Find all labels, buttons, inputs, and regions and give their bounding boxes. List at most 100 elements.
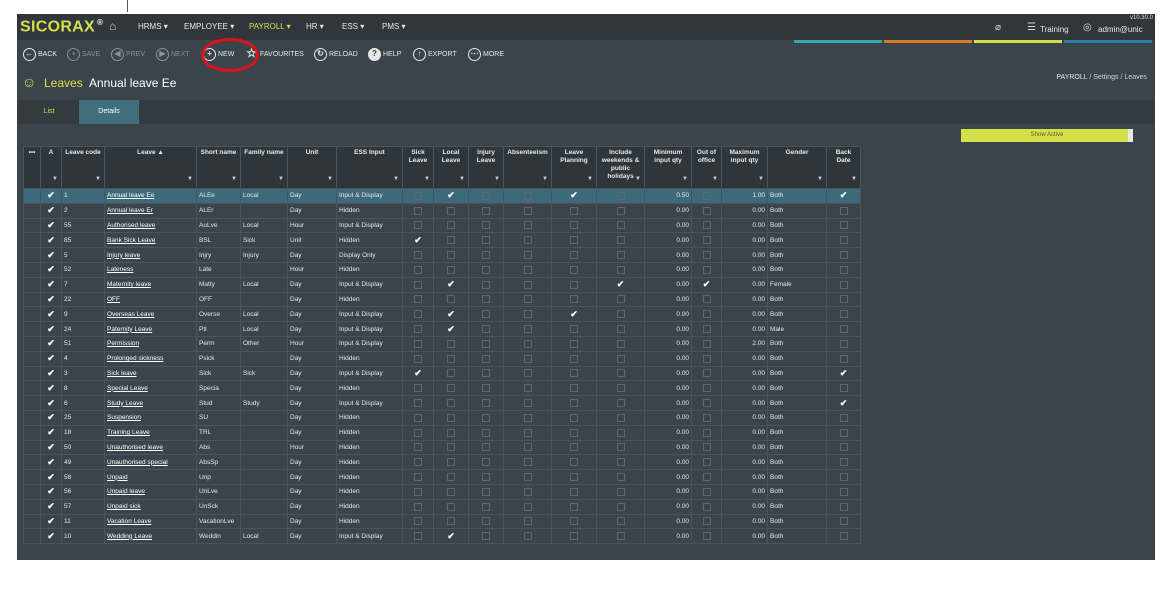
- absent-cell[interactable]: [503, 498, 552, 515]
- back-date-cell[interactable]: [826, 306, 861, 323]
- empty-checkbox[interactable]: [839, 443, 848, 452]
- absent-cell[interactable]: [503, 365, 552, 382]
- out-of-office-cell[interactable]: [691, 350, 722, 367]
- leave-link[interactable]: Unauthorised leave: [107, 444, 163, 451]
- check-icon[interactable]: ✔: [47, 294, 56, 304]
- empty-checkbox[interactable]: [702, 473, 711, 482]
- row-menu-cell[interactable]: [23, 202, 41, 219]
- menu-hr[interactable]: HR ▾: [306, 22, 324, 31]
- sick-cell[interactable]: [402, 202, 434, 219]
- absent-cell[interactable]: [503, 395, 552, 411]
- active-cell[interactable]: ✔: [40, 247, 62, 263]
- menu-ess[interactable]: ESS ▾: [342, 22, 364, 31]
- out-of-office-cell[interactable]: [691, 380, 722, 397]
- leave-link[interactable]: Annual leave Er: [107, 207, 153, 214]
- absent-cell[interactable]: [503, 454, 552, 471]
- weekends-cell[interactable]: [596, 261, 645, 278]
- col-sick-leave[interactable]: Sick Leave ▼: [402, 146, 434, 189]
- empty-checkbox[interactable]: [414, 458, 422, 467]
- weekends-cell[interactable]: [596, 395, 645, 411]
- empty-checkbox[interactable]: [839, 487, 848, 496]
- empty-checkbox[interactable]: [482, 428, 490, 437]
- injury-cell[interactable]: [468, 409, 504, 426]
- table-row[interactable]: ✔ 85 Bank Sick Leave BSL Sick Unit Hidden ✔ 0.00…: [23, 232, 861, 249]
- table-row[interactable]: ✔ 51 Permission Perm Other Hour Input & Displa…: [23, 335, 861, 352]
- local-cell[interactable]: [433, 291, 469, 308]
- leave-name-cell[interactable]: Unpaid: [104, 469, 197, 485]
- active-cell[interactable]: ✔: [40, 409, 62, 426]
- absent-cell[interactable]: [503, 188, 552, 204]
- row-menu-cell[interactable]: [23, 276, 41, 293]
- sick-cell[interactable]: [402, 498, 434, 515]
- local-cell[interactable]: [433, 380, 469, 397]
- leave-name-cell[interactable]: Maternity leave: [104, 276, 197, 293]
- empty-checkbox[interactable]: [447, 369, 455, 378]
- empty-checkbox[interactable]: [702, 413, 711, 422]
- row-menu-cell[interactable]: [23, 188, 41, 204]
- empty-checkbox[interactable]: [839, 206, 848, 215]
- back-date-cell[interactable]: ✔: [826, 188, 861, 204]
- empty-checkbox[interactable]: [523, 280, 532, 289]
- empty-checkbox[interactable]: [570, 265, 578, 274]
- local-cell[interactable]: [433, 261, 469, 278]
- empty-checkbox[interactable]: [447, 428, 455, 437]
- empty-checkbox[interactable]: [702, 487, 711, 496]
- empty-checkbox[interactable]: [482, 443, 490, 452]
- sick-cell[interactable]: [402, 380, 434, 397]
- row-menu-cell[interactable]: [23, 439, 41, 456]
- empty-checkbox[interactable]: [839, 251, 848, 260]
- sick-cell[interactable]: [402, 424, 434, 441]
- col-active[interactable]: A ▼: [40, 146, 62, 189]
- absent-cell[interactable]: [503, 528, 552, 545]
- empty-checkbox[interactable]: [570, 354, 578, 363]
- leave-link[interactable]: OFF: [107, 296, 120, 303]
- check-icon[interactable]: ✔: [839, 191, 848, 200]
- planning-cell[interactable]: [551, 439, 597, 456]
- local-cell[interactable]: ✔: [433, 528, 469, 545]
- planning-cell[interactable]: [551, 261, 597, 278]
- empty-checkbox[interactable]: [447, 295, 455, 304]
- empty-checkbox[interactable]: [616, 399, 625, 408]
- leave-link[interactable]: Bank Sick Leave: [107, 237, 155, 244]
- weekends-cell[interactable]: [596, 469, 645, 485]
- empty-checkbox[interactable]: [616, 428, 625, 437]
- empty-checkbox[interactable]: [616, 369, 625, 378]
- prev-button[interactable]: ◀ PREV: [111, 46, 145, 62]
- empty-checkbox[interactable]: [570, 502, 578, 511]
- local-cell[interactable]: [433, 395, 469, 411]
- injury-cell[interactable]: [468, 365, 504, 382]
- empty-checkbox[interactable]: [414, 191, 422, 200]
- row-menu-cell[interactable]: [23, 454, 41, 471]
- empty-checkbox[interactable]: [616, 502, 625, 511]
- empty-checkbox[interactable]: [702, 458, 711, 467]
- row-menu-cell[interactable]: [23, 469, 41, 485]
- table-row[interactable]: ✔ 49 Unauthorised special AbsSp Day Hidden 0.0…: [23, 454, 861, 471]
- out-of-office-cell[interactable]: [691, 202, 722, 219]
- table-row[interactable]: ✔ 50 Unauthorised leave Abs Hour Hidden 0.00 0.…: [23, 439, 861, 456]
- check-icon[interactable]: ✔: [47, 265, 56, 274]
- planning-cell[interactable]: [551, 528, 597, 545]
- back-date-cell[interactable]: [826, 498, 861, 515]
- absent-cell[interactable]: [503, 350, 552, 367]
- empty-checkbox[interactable]: [702, 443, 711, 452]
- empty-checkbox[interactable]: [570, 236, 578, 245]
- col-ess-input[interactable]: ESS Input ▼: [336, 146, 403, 189]
- planning-cell[interactable]: [551, 247, 597, 263]
- active-cell[interactable]: ✔: [40, 454, 62, 471]
- empty-checkbox[interactable]: [447, 413, 455, 422]
- empty-checkbox[interactable]: [447, 354, 455, 363]
- filter-icon[interactable]: ▼: [52, 175, 58, 183]
- planning-cell[interactable]: [551, 483, 597, 500]
- empty-checkbox[interactable]: [616, 443, 625, 452]
- injury-cell[interactable]: [468, 498, 504, 515]
- empty-checkbox[interactable]: [482, 517, 490, 526]
- empty-checkbox[interactable]: [523, 502, 532, 511]
- planning-cell[interactable]: [551, 276, 597, 293]
- injury-cell[interactable]: [468, 483, 504, 500]
- empty-checkbox[interactable]: [570, 517, 578, 526]
- empty-checkbox[interactable]: [523, 354, 532, 363]
- active-cell[interactable]: ✔: [40, 439, 62, 456]
- empty-checkbox[interactable]: [414, 473, 422, 482]
- table-row[interactable]: ✔ 4 Prolonged sickness Psick Day Hidden 0.00 0.…: [23, 350, 861, 367]
- empty-checkbox[interactable]: [523, 221, 532, 230]
